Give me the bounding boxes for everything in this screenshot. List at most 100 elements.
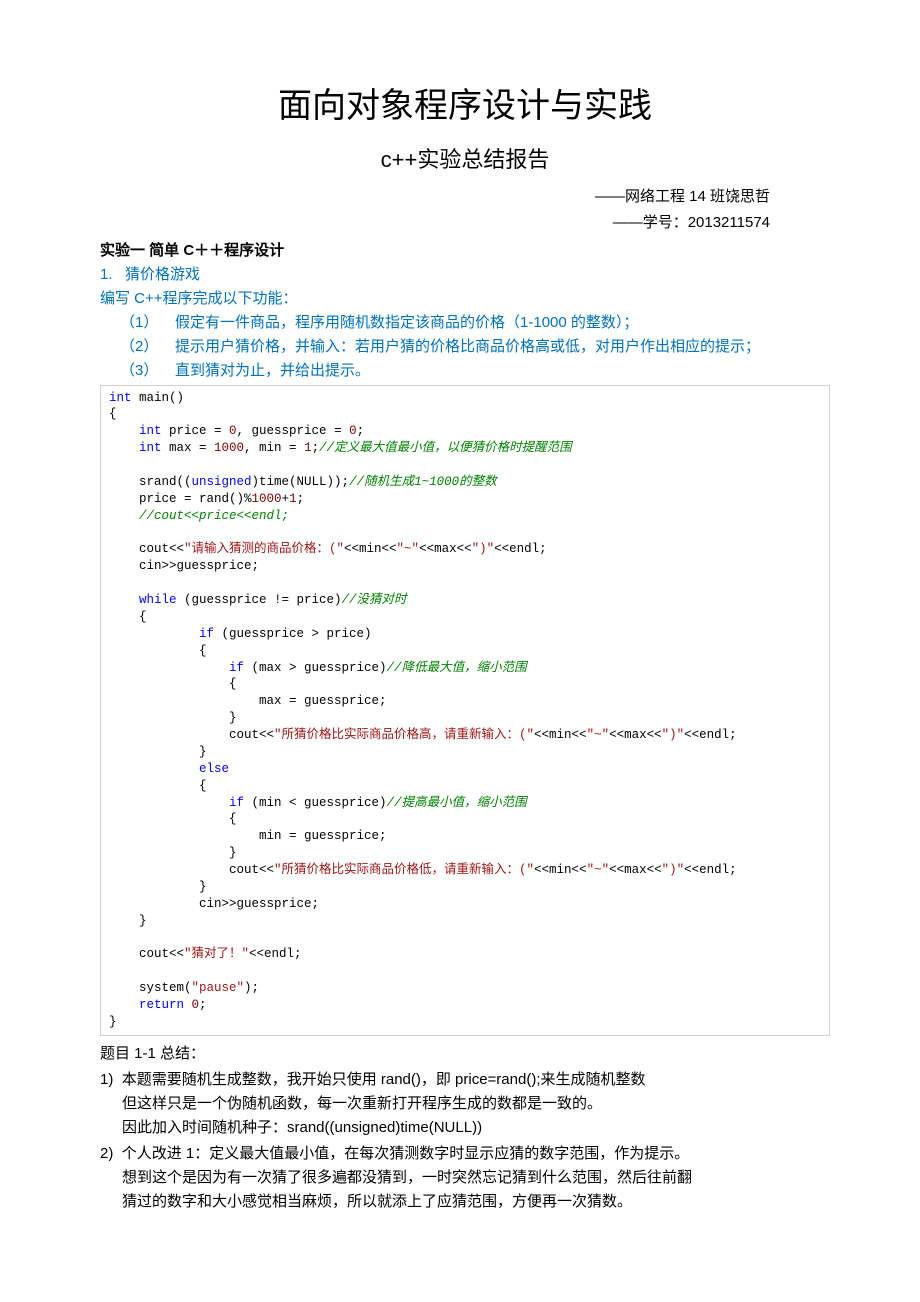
code: ")" [472, 542, 495, 556]
code: ; [199, 998, 207, 1012]
code-block: int main() { int price = 0, guessprice =… [100, 385, 830, 1036]
code: + [282, 492, 290, 506]
task-title: 猜价格游戏 [125, 266, 200, 283]
summary-2: 2) 个人改进 1：定义最大值最小值，在每次猜测数字时显示应猜的数字范围，作为提… [100, 1142, 830, 1166]
s2-l2: 想到这个是因为有一次猜了很多遍都没猜到，一时突然忘记猜到什么范围，然后往前翻 [100, 1166, 830, 1190]
code: , min = [244, 441, 304, 455]
section-header: 实验一 简单 C＋＋程序设计 [100, 239, 830, 263]
s2-no: 2) [100, 1145, 113, 1162]
code: { [109, 677, 237, 691]
code: else [109, 762, 229, 776]
code: main() [132, 391, 185, 405]
student-id-line: ——学号：2013211574 [100, 212, 830, 235]
s1-l1: 本题需要随机生成整数，我开始只使用 rand()，即 price=rand();… [122, 1071, 646, 1088]
code: (guessprice != price) [177, 593, 342, 607]
code: "~" [587, 728, 610, 742]
code: if [109, 661, 244, 675]
code: } [109, 745, 207, 759]
code: if [109, 796, 244, 810]
requirement-3: （3） 直到猜对为止，并给出提示。 [100, 359, 830, 383]
summary-1: 1) 本题需要随机生成整数，我开始只使用 rand()，即 price=rand… [100, 1068, 830, 1092]
code: cin>>guessprice; [109, 897, 319, 911]
code: cout<< [109, 863, 274, 877]
code: max = guessprice; [109, 694, 387, 708]
code: <<min<< [534, 863, 587, 877]
code: "猜对了！" [184, 947, 249, 961]
code: <<endl; [494, 542, 547, 556]
code: cin>>guessprice; [109, 559, 259, 573]
code: int [109, 441, 162, 455]
code: int [109, 424, 162, 438]
req1-no: （1） [120, 314, 158, 331]
code: ")" [662, 863, 685, 877]
code: "~" [397, 542, 420, 556]
code: return [109, 998, 184, 1012]
req1-text: 假定有一件商品，程序用随机数指定该商品的价格（1-1000 的整数）； [175, 314, 638, 331]
code: ); [244, 981, 259, 995]
code: system( [109, 981, 192, 995]
code: min = guessprice; [109, 829, 387, 843]
code: unsigned [192, 475, 252, 489]
code: <<endl; [249, 947, 302, 961]
task-intro: 编写 C++程序完成以下功能： [100, 287, 830, 311]
code: , guessprice = [237, 424, 350, 438]
code: 0 [192, 998, 200, 1012]
code: 0 [349, 424, 357, 438]
code: "所猜价格比实际商品价格高，请重新输入：(" [274, 728, 534, 742]
code: <<min<< [344, 542, 397, 556]
code: 1000 [214, 441, 244, 455]
code: (min < guessprice) [244, 796, 387, 810]
code: <<endl; [684, 863, 737, 877]
code: <<max<< [609, 728, 662, 742]
code: { [109, 407, 117, 421]
code: //提高最小值，缩小范围 [387, 796, 527, 810]
code: 1 [304, 441, 312, 455]
code: srand(( [109, 475, 192, 489]
code: (guessprice > price) [214, 627, 372, 641]
code: "~" [587, 863, 610, 877]
requirement-2: （2） 提示用户猜价格，并输入：若用户猜的价格比商品价格高或低，对用户作出相应的… [100, 335, 830, 359]
code: } [109, 711, 237, 725]
code: int [109, 391, 132, 405]
code: (max > guessprice) [244, 661, 387, 675]
code: cout<< [109, 947, 184, 961]
code: 1 [289, 492, 297, 506]
document-page: 面向对象程序设计与实践 c++实验总结报告 ——网络工程 14 班饶思哲 ——学… [0, 0, 920, 1274]
code: 0 [229, 424, 237, 438]
code: ; [357, 424, 365, 438]
code: "请输入猜测的商品价格：(" [184, 542, 344, 556]
code: } [109, 880, 207, 894]
author-line: ——网络工程 14 班饶思哲 [100, 186, 830, 209]
code: } [109, 846, 237, 860]
code: //cout<<price<<endl; [109, 509, 289, 523]
code [184, 998, 192, 1012]
code: <<endl; [684, 728, 737, 742]
doc-title: 面向对象程序设计与实践 [100, 80, 830, 134]
code: max = [162, 441, 215, 455]
s1-l3: 因此加入时间随机种子：srand((unsigned)time(NULL)) [100, 1116, 830, 1140]
code: ; [297, 492, 305, 506]
code: price = [162, 424, 230, 438]
code: "pause" [192, 981, 245, 995]
s1-l2: 但这样只是一个伪随机函数，每一次重新打开程序生成的数都是一致的。 [100, 1092, 830, 1116]
code: <<min<< [534, 728, 587, 742]
code: cout<< [109, 728, 274, 742]
code: { [109, 644, 207, 658]
code: price = rand()% [109, 492, 252, 506]
s2-l1: 个人改进 1：定义最大值最小值，在每次猜测数字时显示应猜的数字范围，作为提示。 [122, 1145, 690, 1162]
req2-no: （2） [120, 338, 158, 355]
summary-title: 题目 1-1 总结： [100, 1042, 830, 1066]
code: //随机生成1~1000的整数 [349, 475, 497, 489]
code: ; [312, 441, 320, 455]
code: <<max<< [609, 863, 662, 877]
code: while [109, 593, 177, 607]
requirement-1: （1） 假定有一件商品，程序用随机数指定该商品的价格（1-1000 的整数）； [100, 311, 830, 335]
code: "所猜价格比实际商品价格低，请重新输入：(" [274, 863, 534, 877]
task-number: 1. [100, 266, 113, 283]
code: 1000 [252, 492, 282, 506]
code: )time(NULL)); [252, 475, 350, 489]
req3-no: （3） [120, 362, 158, 379]
req3-text: 直到猜对为止，并给出提示。 [175, 362, 370, 379]
code: ")" [662, 728, 685, 742]
s2-l3: 猜过的数字和大小感觉相当麻烦，所以就添上了应猜范围，方便再一次猜数。 [100, 1190, 830, 1214]
